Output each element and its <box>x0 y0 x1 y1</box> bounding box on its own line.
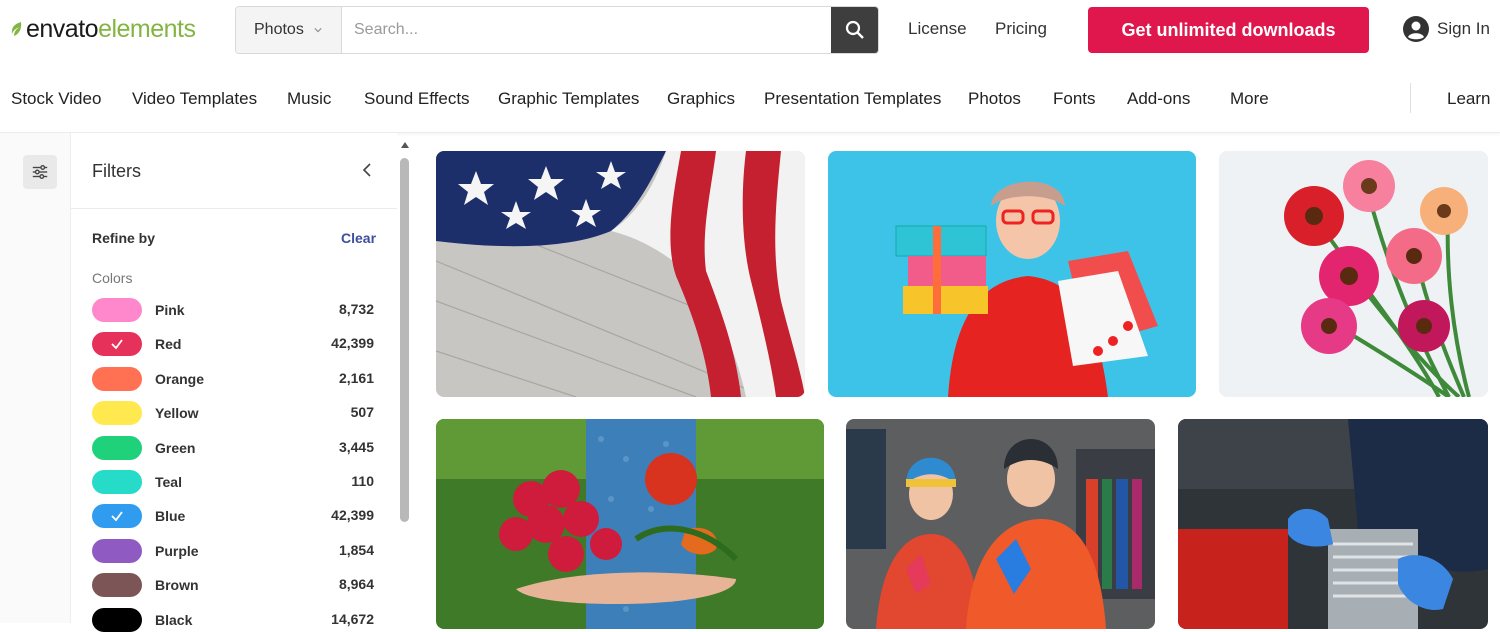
nav-music[interactable]: Music <box>287 89 331 109</box>
color-count: 42,399 <box>331 335 374 352</box>
pricing-link[interactable]: Pricing <box>995 19 1047 39</box>
filter-rail <box>0 133 71 623</box>
search-bar: Photos <box>235 6 879 54</box>
sliders-icon <box>32 165 48 179</box>
chevron-down-icon <box>314 28 322 33</box>
color-swatch[interactable] <box>92 332 142 357</box>
filters-title: Filters <box>92 161 141 181</box>
photo-radish-and-tomato <box>436 419 824 629</box>
color-swatch[interactable] <box>92 573 142 598</box>
check-icon <box>111 339 123 350</box>
color-name: Orange <box>155 370 205 387</box>
nav-divider <box>1410 83 1411 113</box>
user-avatar-icon <box>1403 16 1429 42</box>
color-swatch[interactable] <box>92 504 142 529</box>
color-filter-pink[interactable]: Pink 8,732 <box>92 298 374 322</box>
color-swatch[interactable] <box>92 607 142 632</box>
search-input[interactable] <box>342 7 831 53</box>
colors-heading: Colors <box>92 270 133 286</box>
check-icon <box>111 511 123 522</box>
color-name: Purple <box>155 542 199 559</box>
color-name: Green <box>155 439 196 456</box>
color-count: 1,854 <box>338 541 374 558</box>
photo-card-couple[interactable] <box>846 419 1155 629</box>
nav-video-templates[interactable]: Video Templates <box>132 89 257 109</box>
search-category-dropdown[interactable]: Photos <box>236 7 342 53</box>
color-swatch[interactable] <box>92 366 142 391</box>
color-swatch[interactable] <box>92 435 142 460</box>
filters-panel: Filters Refine by Clear Colors Pink 8,732… <box>71 133 397 632</box>
logo-text-envato: envato <box>26 14 99 43</box>
scroll-thumb[interactable] <box>400 158 409 522</box>
photo-card-flag[interactable] <box>436 151 805 397</box>
color-name: Pink <box>155 302 185 318</box>
color-name: Blue <box>155 508 186 525</box>
color-count: 8,964 <box>338 576 374 593</box>
search-icon <box>845 20 864 39</box>
nav-presentation-templates[interactable]: Presentation Templates <box>764 89 941 109</box>
leaf-icon <box>11 22 22 36</box>
color-name: Teal <box>155 474 182 490</box>
color-count: 2,161 <box>338 369 374 386</box>
color-name: Brown <box>155 577 199 594</box>
photo-woman-with-gifts <box>828 151 1196 397</box>
photo-card-flowers[interactable] <box>1219 151 1488 397</box>
color-filter-yellow[interactable]: Yellow 507 <box>92 401 374 426</box>
top-bar: envatoelements Photos License Pricing Ge… <box>0 0 1500 62</box>
color-name: Red <box>155 336 182 353</box>
nav-more[interactable]: More <box>1230 89 1269 109</box>
color-count: 507 <box>350 404 374 421</box>
photo-couple-winter-wear <box>846 419 1155 629</box>
color-count: 42,399 <box>331 507 374 524</box>
color-filter-brown[interactable]: Brown 8,964 <box>92 573 374 598</box>
sign-in-button[interactable]: Sign In <box>1403 16 1490 42</box>
search-button[interactable] <box>831 7 878 53</box>
get-unlimited-downloads-button[interactable]: Get unlimited downloads <box>1088 7 1369 53</box>
category-nav: Stock Video Video Templates Music Sound … <box>0 62 1500 133</box>
logo-text-elements: elements <box>98 14 196 43</box>
photo-card-mechanic[interactable] <box>1178 419 1488 629</box>
color-swatch[interactable] <box>92 401 142 426</box>
envato-logo[interactable]: envato elements <box>10 14 196 44</box>
photo-gerbera-flowers <box>1219 151 1488 397</box>
color-filter-red[interactable]: Red 42,399 <box>92 332 374 357</box>
color-filter-black[interactable]: Black 14,672 <box>92 607 374 632</box>
color-count: 110 <box>351 473 374 489</box>
color-count: 8,732 <box>338 301 374 317</box>
photo-mechanic-gloves <box>1178 419 1488 629</box>
color-count: 3,445 <box>338 438 374 455</box>
nav-graphics[interactable]: Graphics <box>667 89 735 109</box>
color-filter-green[interactable]: Green 3,445 <box>92 435 374 460</box>
color-swatch[interactable] <box>92 298 142 322</box>
scroll-up-arrow[interactable] <box>401 142 409 148</box>
photo-card-woman-gifts[interactable] <box>828 151 1196 397</box>
nav-sound-effects[interactable]: Sound Effects <box>364 89 470 109</box>
filter-toggle-button[interactable] <box>23 155 57 189</box>
photo-american-flag <box>436 151 805 397</box>
license-link[interactable]: License <box>908 19 967 39</box>
color-count: 14,672 <box>331 610 374 627</box>
color-filter-teal[interactable]: Teal 110 <box>92 470 374 494</box>
color-filter-purple[interactable]: Purple 1,854 <box>92 538 374 563</box>
nav-learn[interactable]: Learn <box>1447 89 1490 109</box>
clear-filters-link[interactable]: Clear <box>341 230 376 246</box>
sign-in-label: Sign In <box>1437 19 1490 38</box>
filters-header: Filters <box>71 133 397 209</box>
filters-scrollbar[interactable] <box>398 140 412 623</box>
color-swatch[interactable] <box>92 538 142 563</box>
color-filter-blue[interactable]: Blue 42,399 <box>92 504 374 529</box>
collapse-filters-icon[interactable] <box>361 163 373 177</box>
color-name: Black <box>155 611 193 628</box>
nav-photos[interactable]: Photos <box>968 89 1021 109</box>
nav-add-ons[interactable]: Add-ons <box>1127 89 1190 109</box>
nav-fonts[interactable]: Fonts <box>1053 89 1096 109</box>
nav-graphic-templates[interactable]: Graphic Templates <box>498 89 639 109</box>
color-swatch[interactable] <box>92 470 142 494</box>
color-name: Yellow <box>155 405 199 422</box>
refine-by-label: Refine by <box>92 230 156 246</box>
nav-stock-video[interactable]: Stock Video <box>11 89 101 109</box>
color-filter-orange[interactable]: Orange 2,161 <box>92 366 374 391</box>
photo-card-radish[interactable] <box>436 419 824 629</box>
search-category-label: Photos <box>254 21 304 38</box>
